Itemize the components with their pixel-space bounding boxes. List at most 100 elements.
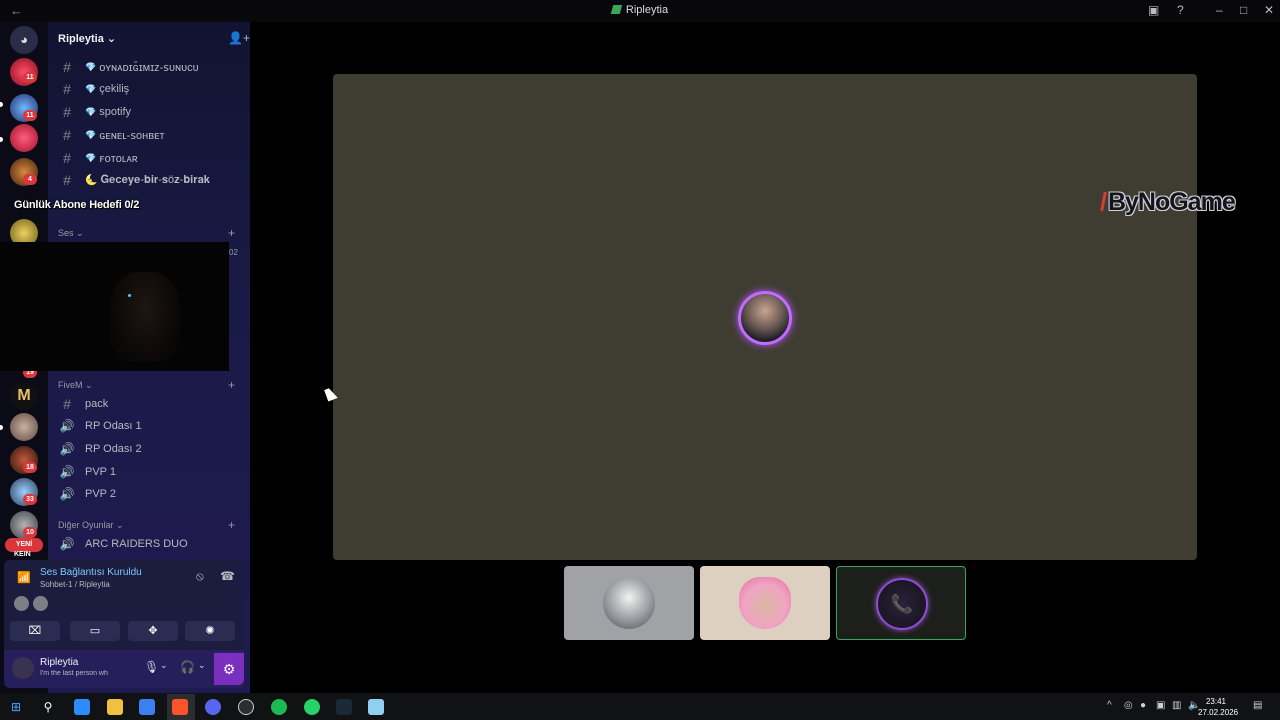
server-name-dropdown[interactable]: Ripleytia ⌄ [58,32,116,45]
bynogame-logo: /ByNoGame [1100,188,1236,216]
discord-taskbar-icon[interactable] [205,699,221,715]
category-ses[interactable]: Ses ⌄ [58,228,84,239]
channel-item[interactable]: # 💎 ɢᴇɴᴇʟ-ꜱᴏʜʙᴇᴛ [58,125,244,145]
invite-people-icon[interactable]: 👤+ [228,31,250,45]
soundboard-button[interactable]: ✺ [185,621,235,641]
close-button[interactable]: ✕ [1264,3,1274,17]
channel-item[interactable]: # 💎 ᴏʏɴᴀᴅɪɢ̆ɪᴍɪᴢ-ꜱᴜɴᴜᴄᴜ [58,57,244,77]
screen-share-button[interactable]: ▭ [70,621,120,641]
voice-location[interactable]: Sohbet-1 / Ripleytia [40,580,110,589]
voice-channel-item[interactable]: 🔊 PVP 1 [58,462,244,482]
windows-start-icon[interactable]: ⊞ [8,699,24,715]
participant-tile[interactable] [700,566,830,640]
store-icon[interactable] [139,699,155,715]
minimize-button[interactable]: – [1216,3,1223,17]
webcam-person [110,272,180,362]
hash-icon: # [63,150,71,166]
signal-icon[interactable]: 📶 [17,571,31,584]
voice-connection-panel: 📶 Ses Bağlantısı Kuruldu Sohbet-1 / Ripl… [4,560,244,650]
activities-button[interactable]: ✥ [128,621,178,641]
app-taskbar-icon[interactable] [238,699,254,715]
user-name[interactable]: Ripleytia [40,657,78,668]
unread-pill [0,137,3,142]
voice-channel-item[interactable]: 🔊 PVP 2 [58,484,244,504]
speaker-icon: 🔊 [59,419,75,433]
channel-item[interactable]: # pack [58,394,244,414]
speaker-icon: 🔊 [59,442,75,456]
user-panel: Ripleytia I'm the last person wh 🎙 ⌄ 🎧 ⌄… [4,650,244,688]
new-badge[interactable]: YENİ [5,538,43,552]
unread-badge: 11 [23,72,37,83]
unread-pill [0,102,3,107]
window-title: Ripleytia [0,4,1280,16]
microphone-icon[interactable]: 🎙 [144,660,159,674]
chevron-down-icon[interactable]: ⌄ [160,660,168,671]
channel-item[interactable]: # 💎 çekiliş [58,79,244,99]
new-badge-sub: KEIN [14,551,31,558]
unread-badge: 33 [23,494,37,505]
speaker-icon: 🔊 [59,537,75,551]
brave-browser-icon[interactable] [172,699,188,715]
voice-channel-item[interactable]: 🔊 RP Odası 2 [58,439,244,459]
discord-home-icon[interactable]: ◕ [10,26,38,54]
channel-item[interactable]: # 🌜 𝐆𝐞𝐜𝐞𝐲𝐞-𝐛𝐢𝐫-𝐬ö𝐳-𝐛𝐢𝐫𝐚𝐤 [58,170,244,190]
tray-mic-icon[interactable]: ● [1140,700,1146,711]
whatsapp-icon[interactable] [304,699,320,715]
category-diger-oyunlar[interactable]: Diğer Oyunlar ⌄ [58,520,124,531]
avatar [739,577,791,629]
tray-app-icon[interactable]: ◎ [1124,700,1133,711]
title-bar: ← Ripleytia ▣ ? – □ ✕ [0,0,1280,22]
chevron-down-icon: ⌄ [85,380,93,390]
notifications-icon[interactable]: ▤ [1253,700,1262,711]
channel-partial: 02 [229,248,238,257]
voice-channel-item[interactable]: 🔊 RP Odası 1 [58,416,244,436]
channel-item[interactable]: # 💎 ꜰᴏᴛᴏʟᴀʀ [58,148,244,168]
avatar[interactable] [33,596,48,611]
participant-tile[interactable] [564,566,694,640]
channel-item[interactable]: # 💎 spotify [58,102,244,122]
speaker-icon: 🔊 [59,487,75,501]
steam-icon[interactable] [336,699,352,715]
voice-channel-item[interactable]: 🔊 ARC RAIDERS DUO [58,534,244,554]
server-icon[interactable]: M [10,382,38,410]
avatar[interactable] [14,596,29,611]
voice-status[interactable]: Ses Bağlantısı Kuruldu [40,567,142,578]
disconnect-icon[interactable]: ☎ [220,569,235,583]
add-channel-icon[interactable]: + [228,518,235,532]
chevron-down-icon: ⌄ [76,228,84,238]
chevron-down-icon: ⌄ [106,33,117,45]
stream-goal-overlay: Günlük Abone Hedefi 0/2 [14,199,140,211]
copilot-icon[interactable] [74,699,90,715]
chevron-down-icon: ⌄ [116,520,124,530]
app-taskbar-icon[interactable] [368,699,384,715]
participant-tile-active[interactable]: 📞 [836,566,966,640]
screen-share-icon[interactable]: ▣ [1148,3,1159,17]
headphones-icon[interactable]: 🎧 [180,660,195,674]
maximize-button[interactable]: □ [1240,3,1247,17]
server-icon[interactable] [10,124,38,152]
webcam-overlay [0,242,229,371]
spotify-icon[interactable] [271,699,287,715]
phone-icon: 📞 [876,578,928,630]
noise-suppression-icon[interactable]: ⦸ [196,569,204,584]
tray-app-icon[interactable]: ▣ [1156,700,1165,711]
settings-gear-icon[interactable]: ⚙ [214,653,244,685]
avatar [603,577,655,629]
add-channel-icon[interactable]: + [228,378,235,392]
camera-off-button[interactable]: ⌧ [10,621,60,641]
category-fivem[interactable]: FiveM ⌄ [58,380,93,391]
taskbar-clock[interactable]: 23:41 27.02.2026 [1198,696,1238,718]
help-icon[interactable]: ? [1177,3,1184,17]
tray-chevron-up-icon[interactable]: ^ [1107,700,1112,711]
avatar[interactable] [12,657,34,679]
file-explorer-icon[interactable] [107,699,123,715]
chevron-down-icon[interactable]: ⌄ [198,660,206,671]
speaker-icon: 🔊 [59,465,75,479]
server-icon[interactable] [10,413,38,441]
hash-icon: # [63,396,71,412]
add-channel-icon[interactable]: + [228,226,235,240]
search-icon[interactable]: ⚲ [40,699,56,715]
network-icon[interactable]: ▥ [1172,700,1181,711]
hash-icon: # [63,172,71,188]
speaking-user-avatar[interactable] [738,291,792,345]
